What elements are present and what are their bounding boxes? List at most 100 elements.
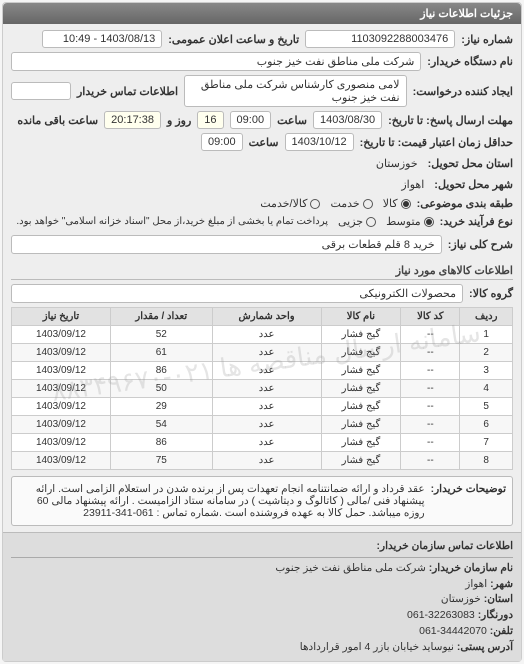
table-cell: 1 [460,326,513,344]
table-cell: -- [401,380,460,398]
table-row: 3--گیج فشارعدد861403/09/12 [12,362,513,380]
table-header-cell: کد کالا [401,308,460,326]
pub-time-value: 1403/08/13 - 10:49 [42,30,162,48]
province-value: خوزستان [372,155,422,172]
classify-radio-group: کالا خدمت کالا/خدمت [260,197,410,210]
process-note: پرداخت تمام یا بخشی از مبلغ خرید،از محل … [12,214,332,229]
footer-address-label: آدرس پستی: [457,641,513,653]
table-cell: 1403/09/12 [12,326,111,344]
process-option-label: جزیی [338,215,363,228]
city-label: شهر محل تحویل: [434,178,513,191]
group-value: محصولات الکترونیکی [11,284,463,303]
group-label: گروه کالا: [469,287,513,300]
classify-option-label: خدمت [330,197,359,210]
classify-option-label: کالا/خدمت [260,197,307,210]
table-cell: 1403/09/12 [12,434,111,452]
table-cell: عدد [212,326,321,344]
process-option-0[interactable]: متوسط [386,215,434,228]
table-cell: -- [401,434,460,452]
table-cell: عدد [212,416,321,434]
footer-province: خوزستان [441,593,481,605]
details-panel: جزئیات اطلاعات نیاز شماره نیاز: 11030922… [2,2,522,662]
req-no-label: شماره نیاز: [461,33,513,46]
req-no-value: 1103092288003476 [305,30,455,48]
table-cell: 1403/09/12 [12,344,111,362]
requester-label: ایجاد کننده درخواست: [413,85,513,98]
table-cell: عدد [212,398,321,416]
panel-title: جزئیات اطلاعات نیاز [3,3,521,24]
table-row: 5--گیج فشارعدد291403/09/12 [12,398,513,416]
table-header-cell: ردیف [460,308,513,326]
validity-label: حداقل زمان اعتبار قیمت: تا تاریخ: [360,136,513,149]
validity-date: 1403/10/12 [285,133,354,151]
org-label: نام دستگاه خریدار: [427,55,513,68]
classify-option-label: کالا [383,197,398,210]
table-header-cell: واحد شمارش [212,308,321,326]
footer-city: اهواز [465,578,487,590]
items-header: اطلاعات کالاهای مورد نیاز [11,260,513,280]
days-remaining-label: روز و [167,114,191,127]
deadline-send-label: مهلت ارسال پاسخ: تا تاریخ: [388,114,513,127]
contact-value [11,82,71,100]
table-cell: گیج فشار [321,452,401,470]
table-cell: گیج فشار [321,398,401,416]
process-option-label: متوسط [386,215,421,228]
table-cell: 7 [460,434,513,452]
table-cell: عدد [212,452,321,470]
table-cell: 86 [110,362,212,380]
process-option-1[interactable]: جزیی [338,215,376,228]
table-row: 6--گیج فشارعدد541403/09/12 [12,416,513,434]
footer-org: شرکت ملی مناطق نفت خیز جنوب [275,562,425,574]
table-cell: -- [401,416,460,434]
table-cell: 1403/09/12 [12,398,111,416]
table-cell: 75 [110,452,212,470]
table-cell: عدد [212,362,321,380]
table-cell: گیج فشار [321,344,401,362]
table-row: 7--گیج فشارعدد861403/09/12 [12,434,513,452]
table-cell: 8 [460,452,513,470]
classify-label: طبقه بندی موضوعی: [417,197,513,210]
table-cell: -- [401,362,460,380]
table-cell: 2 [460,344,513,362]
table-row: 8--گیج فشارعدد751403/09/12 [12,452,513,470]
items-table-wrap: سامانه ارسال مناقصه ها ۰۲۱-۸۸۳۴۹۶۷۰ ردیف… [11,307,513,470]
classify-option-2[interactable]: کالا/خدمت [260,197,320,210]
deadline-send-time-label: ساعت [277,114,307,127]
classify-option-1[interactable]: خدمت [330,197,372,210]
radio-icon [310,199,320,209]
validity-time: 09:00 [201,133,243,151]
buyer-note: توضیحات خریدار: عقد قرداد و ارائه ضمانتن… [11,476,513,526]
org-value: شرکت ملی مناطق نفت خیز جنوب [11,52,421,71]
items-table: ردیفکد کالانام کالاواحد شمارشتعداد / مقد… [11,307,513,470]
table-cell: 1403/09/12 [12,362,111,380]
table-cell: عدد [212,380,321,398]
radio-icon [363,199,373,209]
table-cell: 5 [460,398,513,416]
time-remaining-label: ساعت باقی مانده [17,114,98,127]
classify-option-0[interactable]: کالا [383,197,411,210]
table-row: 4--گیج فشارعدد501403/09/12 [12,380,513,398]
deadline-send-time: 09:00 [230,111,272,129]
table-cell: 1403/09/12 [12,452,111,470]
buyer-note-text: عقد قرداد و ارائه ضمانتنامه انجام تعهدات… [18,483,425,519]
table-cell: 29 [110,398,212,416]
footer-phone-label: تلفن: [490,625,513,637]
footer-address: نیوساید خیابان بازر 4 امور قراردادها [300,641,454,653]
table-cell: 1403/09/12 [12,380,111,398]
footer-fax: 32263083-061 [407,609,475,621]
table-cell: عدد [212,434,321,452]
process-label: نوع فرآیند خرید: [440,215,513,228]
province-label: استان محل تحویل: [428,157,513,170]
table-cell: 1403/09/12 [12,416,111,434]
table-cell: 54 [110,416,212,434]
radio-icon [424,217,434,227]
validity-time-label: ساعت [249,136,279,149]
table-cell: 61 [110,344,212,362]
table-cell: عدد [212,344,321,362]
footer-org-label: نام سازمان خریدار: [429,562,513,574]
table-cell: 50 [110,380,212,398]
table-cell: 3 [460,362,513,380]
desc-value: خرید 8 قلم قطعات برقی [11,235,442,254]
radio-icon [401,199,411,209]
table-row: 1--گیج فشارعدد521403/09/12 [12,326,513,344]
